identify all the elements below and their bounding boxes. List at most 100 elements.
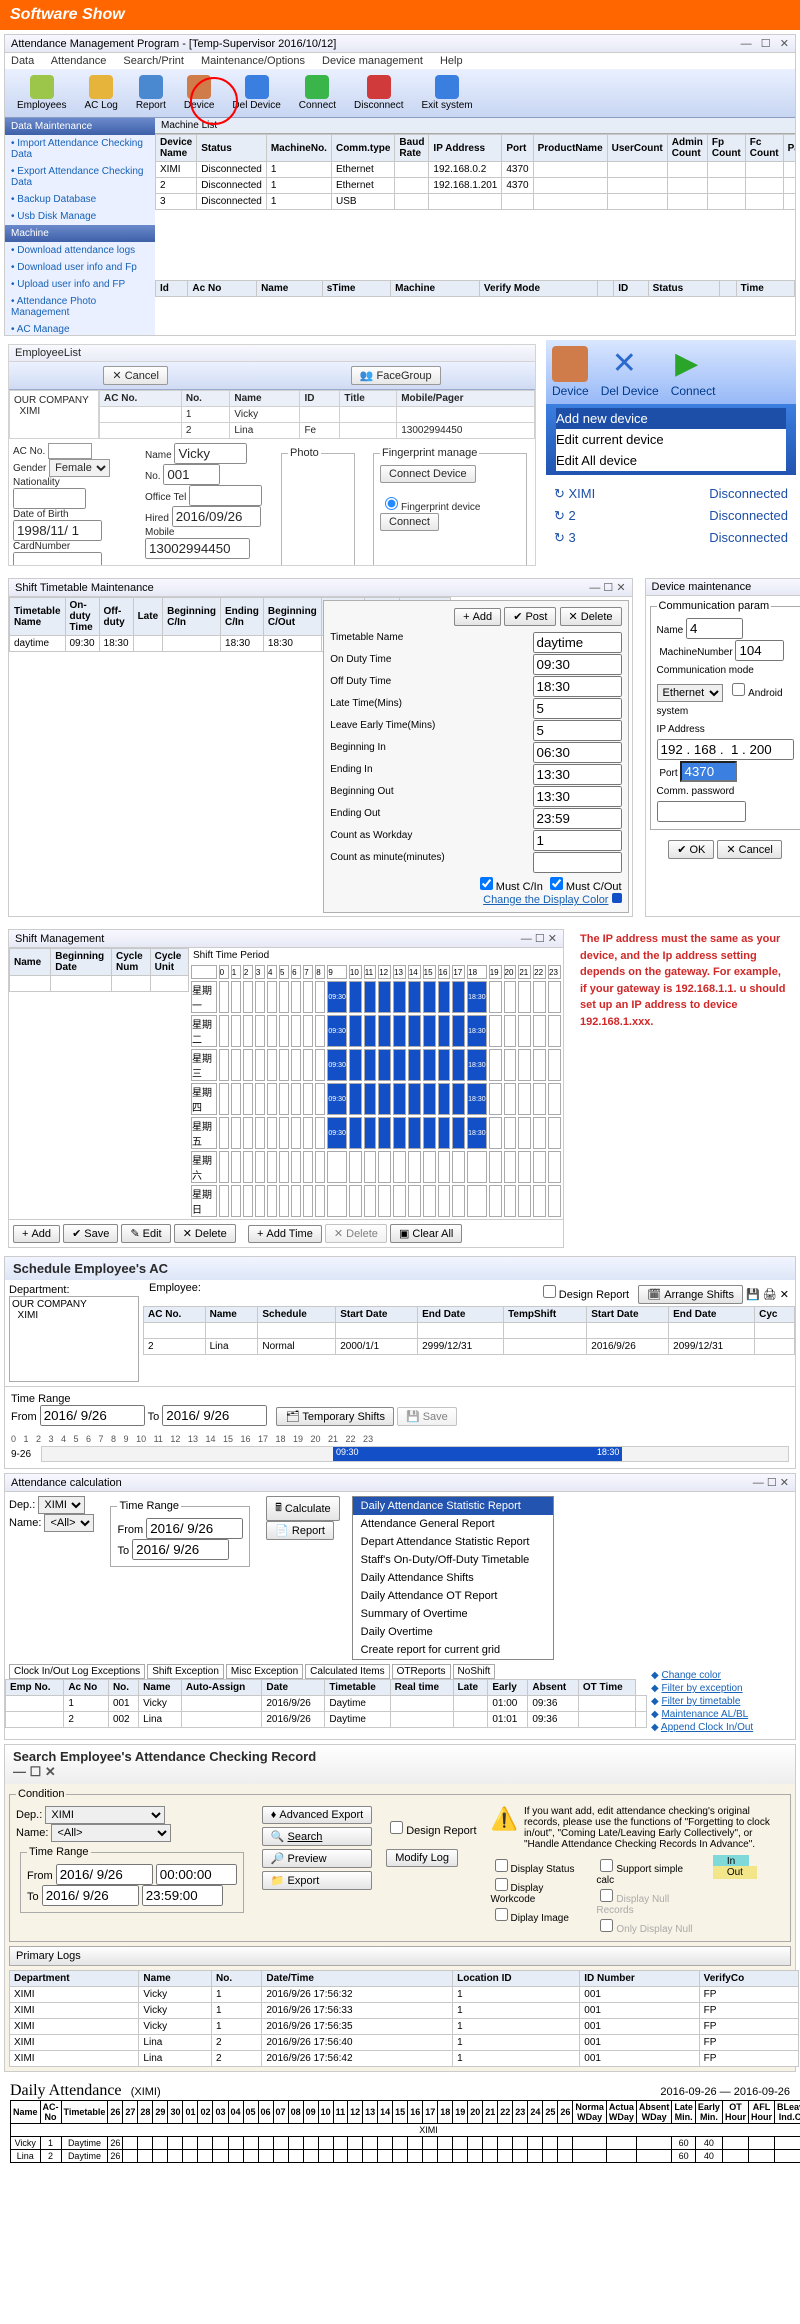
side-download-user-info-and-fp[interactable]: • Download user info and Fp [5, 259, 155, 276]
sm-add[interactable]: + Add [13, 1225, 60, 1243]
dob-input[interactable] [13, 520, 102, 541]
menu-help[interactable]: Help [440, 55, 463, 67]
cancel-button[interactable]: ✕ Cancel [103, 366, 168, 385]
search-button[interactable]: 🔍 Search [262, 1827, 372, 1846]
employee-grid[interactable]: AC No.No.NameIDTitleMobile/Pager1Vicky2L… [99, 390, 535, 439]
menu-data[interactable]: Data [11, 55, 34, 67]
search-t1[interactable] [156, 1864, 237, 1885]
ok-button[interactable]: ✔ OK [668, 840, 714, 859]
facegroup-button[interactable]: 👥 FaceGroup [351, 366, 441, 385]
schedule-grid[interactable]: AC No.NameScheduleStart DateEnd DateTemp… [143, 1306, 795, 1355]
menu-edit-current[interactable]: Edit current device [556, 429, 786, 450]
calc-dep[interactable]: XIMI [38, 1496, 85, 1514]
connect-button-zoom[interactable]: ▶Connect [671, 346, 716, 398]
fp-radio[interactable] [385, 497, 398, 510]
calc-tabs[interactable]: Clock In/Out Log ExceptionsShift Excepti… [5, 1664, 647, 1679]
menubar[interactable]: Data Attendance Search/Print Maintenance… [5, 53, 795, 69]
shift-list[interactable]: NameBeginning DateCycle NumCycle UnitNor… [9, 948, 189, 992]
delete-button[interactable]: ✕ Delete [560, 607, 622, 626]
from-input[interactable] [40, 1405, 145, 1426]
color-chip[interactable] [612, 893, 622, 903]
ip-input[interactable] [657, 739, 794, 760]
calc-from[interactable] [146, 1518, 243, 1539]
disconnect-button[interactable]: Disconnect [346, 73, 411, 113]
machine-grid[interactable]: Device NameStatusMachineNo.Comm.typeBaud… [155, 134, 795, 210]
post-button[interactable]: ✔ Post [504, 607, 556, 626]
mode-select[interactable]: Ethernet [657, 684, 723, 702]
calc-name[interactable]: <All> [44, 1514, 94, 1532]
connect-button[interactable]: Connect [291, 73, 344, 113]
temp-shifts-button[interactable]: 🗂 Temporary Shifts [276, 1407, 394, 1426]
sm-edit[interactable]: ✎ Edit [121, 1224, 170, 1243]
dept-tree[interactable]: OUR COMPANY XIMI [9, 1296, 139, 1382]
pass-input[interactable] [657, 801, 746, 822]
device-button[interactable]: Device [552, 346, 589, 398]
side-ac-manage[interactable]: • AC Manage [5, 321, 155, 336]
cancel-button[interactable]: ✕ Cancel [717, 840, 781, 859]
gender-select[interactable]: Female [49, 459, 110, 477]
company-tree[interactable]: OUR COMPANY XIMI [9, 390, 99, 439]
preview-button[interactable]: 🔎 Preview [262, 1849, 372, 1868]
menu-edit-all[interactable]: Edit All device [556, 450, 786, 471]
name-input[interactable] [174, 443, 247, 464]
side-download-attendance-logs[interactable]: • Download attendance logs [5, 242, 155, 259]
sm-addtime[interactable]: + Add Time [248, 1225, 322, 1243]
arrange-button[interactable]: 🗓 Arrange Shifts [638, 1285, 743, 1304]
search-from[interactable] [56, 1864, 153, 1885]
title-input[interactable] [189, 485, 262, 506]
calc-links[interactable]: ◆ Change color◆ Filter by exception◆ Fil… [647, 1664, 795, 1739]
menu-search[interactable]: Search/Print [123, 55, 184, 67]
hired-input[interactable] [172, 506, 261, 527]
no-input[interactable] [163, 464, 220, 485]
connect-button[interactable]: Connect [380, 513, 439, 531]
employees-button[interactable]: Employees [9, 73, 74, 113]
devname-input[interactable] [686, 618, 743, 639]
nat-input[interactable] [13, 488, 86, 509]
export-button[interactable]: 📁 Export [262, 1871, 372, 1890]
machno-input[interactable] [735, 640, 784, 661]
add-button[interactable]: + Add [454, 608, 501, 626]
calculate-button[interactable]: 🖩 Calculate [266, 1496, 339, 1521]
calc-grid[interactable]: Emp No.Ac NoNo.NameAuto-AssignDateTimeta… [5, 1679, 647, 1728]
menu-maint[interactable]: Maintenance/Options [201, 55, 305, 67]
search-t2[interactable] [142, 1885, 223, 1906]
calc-to[interactable] [132, 1539, 229, 1560]
machine-list-area: Machine List Device NameStatusMachineNo.… [155, 118, 795, 336]
report-button[interactable]: 📄 Report [266, 1521, 334, 1540]
change-color-link[interactable]: Change the Display Color [483, 894, 608, 906]
side-backup-database[interactable]: • Backup Database [5, 191, 155, 208]
search-grid[interactable]: DepartmentNameNo.Date/TimeLocation IDID … [9, 1970, 799, 2067]
tab-machine-list[interactable]: Machine List [155, 118, 795, 134]
side-upload-user-info-and-fp[interactable]: • Upload user info and FP [5, 276, 155, 293]
acno-input[interactable] [48, 443, 92, 459]
sm-save[interactable]: ✔ Save [63, 1224, 118, 1243]
search-dep[interactable]: XIMI [45, 1806, 165, 1824]
port-input[interactable] [680, 761, 737, 782]
menu-attendance[interactable]: Attendance [51, 55, 107, 67]
sm-clear[interactable]: ▣ Clear All [390, 1224, 462, 1243]
report-button[interactable]: Report [128, 73, 174, 113]
side-import-attendance-checking-data[interactable]: • Import Attendance Checking Data [5, 135, 155, 163]
primary-logs-tab[interactable]: Primary Logs [9, 1946, 791, 1966]
to-input[interactable] [162, 1405, 267, 1426]
adv-export-button[interactable]: ♦ Advanced Export [262, 1806, 372, 1824]
menu-add-device[interactable]: Add new device [556, 408, 786, 429]
sm-delete[interactable]: ✕ Delete [174, 1224, 236, 1243]
mob-input[interactable] [145, 538, 250, 559]
search-to[interactable] [42, 1885, 139, 1906]
side-usb-disk-manage[interactable]: • Usb Disk Manage [5, 208, 155, 225]
ac-log-button[interactable]: AC Log [76, 73, 125, 113]
daily-range: 2016-09-26 — 2016-09-26 [660, 2086, 790, 2098]
exit-system-button[interactable]: Exit system [414, 73, 481, 113]
del-device-button[interactable]: ✕Del Device [601, 346, 659, 398]
device-dropdown[interactable]: Add new device Edit current device Edit … [546, 404, 796, 475]
card-input[interactable] [13, 552, 102, 566]
side-export-attendance-checking-data[interactable]: • Export Attendance Checking Data [5, 163, 155, 191]
modify-log-button[interactable]: Modify Log [386, 1849, 458, 1867]
window-controls[interactable]: — ☐ ✕ [741, 37, 789, 50]
report-menu[interactable]: Daily Attendance Statistic ReportAttenda… [352, 1496, 554, 1660]
side-attendance-photo-management[interactable]: • Attendance Photo Management [5, 293, 155, 321]
menu-device[interactable]: Device management [322, 55, 423, 67]
search-name[interactable]: <All> [51, 1824, 171, 1842]
connect-device-button[interactable]: Connect Device [380, 465, 476, 483]
